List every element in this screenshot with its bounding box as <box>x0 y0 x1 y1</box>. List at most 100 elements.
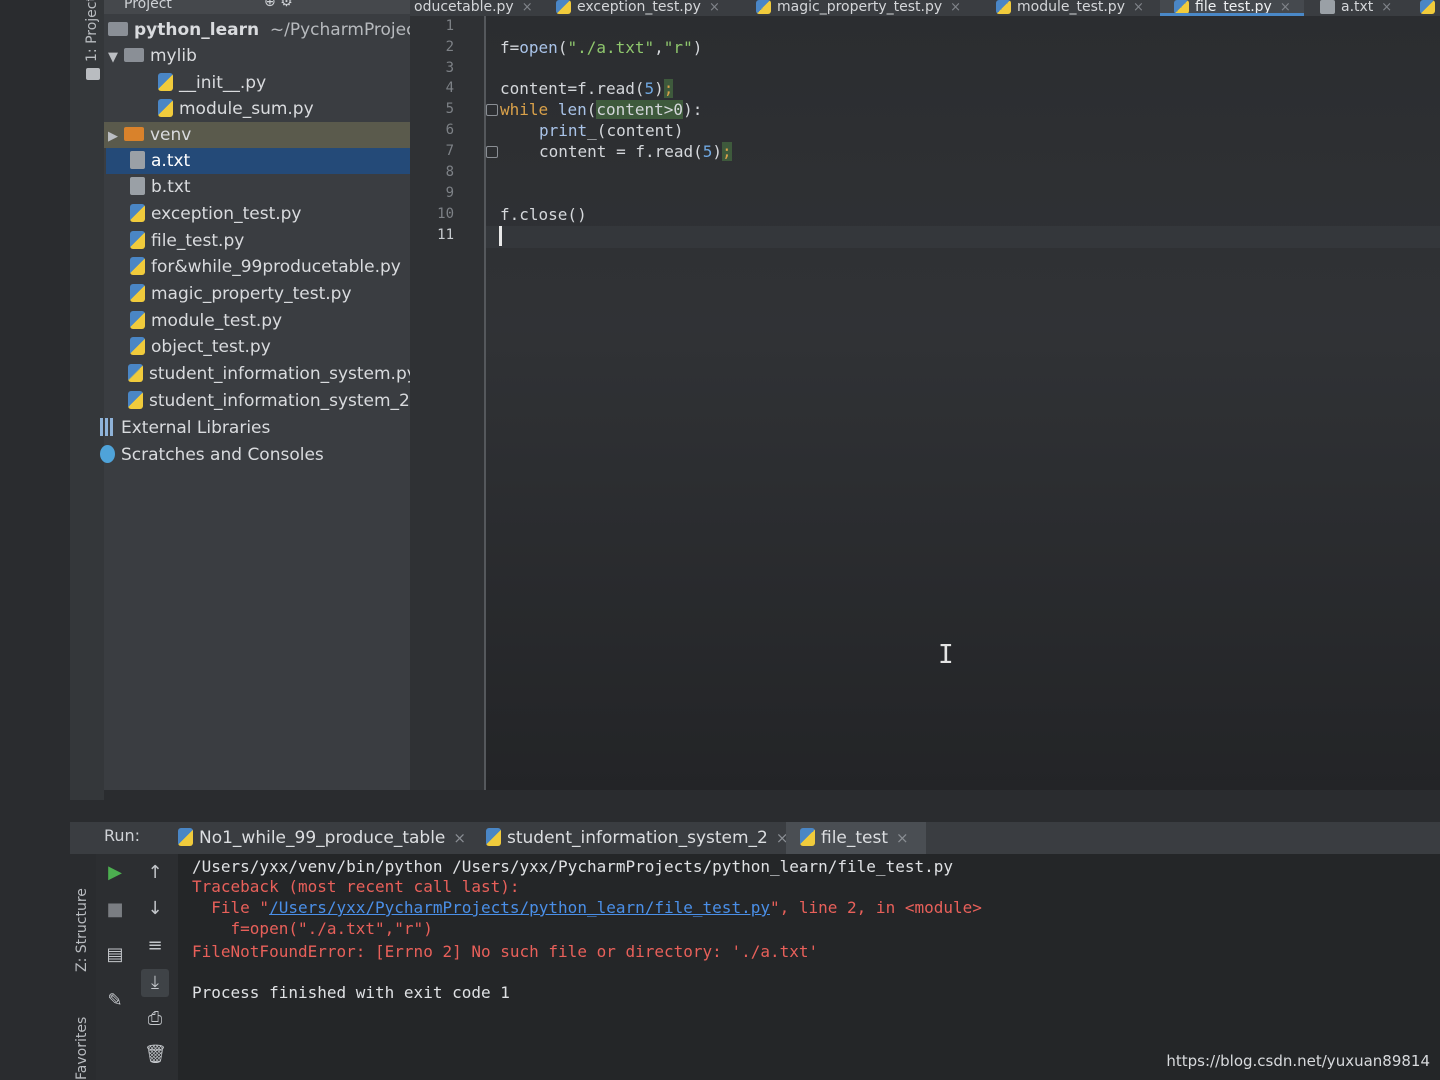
soft-wrap-icon[interactable]: ≡ <box>144 935 166 957</box>
tab-overflow[interactable] <box>1420 0 1440 16</box>
tree-item-b-txt[interactable]: b.txt <box>130 174 191 200</box>
tree-item-student-system-2[interactable]: student_information_system_2.py <box>128 388 410 414</box>
tab-file-test[interactable]: file_test.py × <box>1160 0 1304 16</box>
close-icon[interactable]: × <box>522 0 533 15</box>
current-line-highlight <box>486 226 1440 248</box>
mouse-ibeam-cursor: I <box>938 640 954 670</box>
python-file-icon <box>178 828 193 846</box>
console-code-line: f=open("./a.txt","r") <box>192 919 433 938</box>
gutter-separator <box>484 16 486 790</box>
console-file-line: File "/Users/yxx/PycharmProjects/python_… <box>192 898 982 917</box>
python-file-icon <box>130 257 145 275</box>
python-file-icon <box>756 0 771 14</box>
tree-item-object-test[interactable]: object_test.py <box>130 334 271 360</box>
python-file-icon <box>1174 0 1189 13</box>
python-file-icon <box>130 284 145 302</box>
close-icon[interactable]: × <box>1280 0 1291 14</box>
line-number: 2 <box>445 39 454 55</box>
layout-icon[interactable]: ▤ <box>104 944 126 966</box>
tree-item-mylib[interactable]: ▼ mylib <box>108 43 197 69</box>
console-traceback: Traceback (most recent call last): <box>192 877 520 896</box>
line-number: 8 <box>445 164 454 180</box>
text-file-icon <box>130 151 145 169</box>
tab-exception-test[interactable]: exception_test.py × <box>556 0 736 16</box>
project-header-title: Project <box>124 0 172 12</box>
code-line-10: f.close() <box>500 205 587 224</box>
chevron-right-icon[interactable]: ▶ <box>108 124 124 150</box>
settings-icon[interactable]: ⊕ ⚙ <box>264 0 293 10</box>
close-icon[interactable]: × <box>950 0 961 15</box>
rerun-play-icon[interactable]: ▶ <box>104 862 126 884</box>
python-file-icon <box>130 311 145 329</box>
favorites-tool-button[interactable]: Favorites <box>74 1017 90 1080</box>
tab-magic-property[interactable]: magic_property_test.py × <box>756 0 976 16</box>
close-icon[interactable]: × <box>1381 0 1392 15</box>
line-number-current: 11 <box>437 227 454 243</box>
tree-item-exception-test[interactable]: exception_test.py <box>130 201 302 227</box>
python-file-icon <box>800 828 815 846</box>
code-line-7: content = f.read(5); <box>539 142 732 161</box>
scroll-to-end-icon[interactable]: ⤓ <box>141 969 169 997</box>
python-file-icon <box>130 231 145 249</box>
run-tab-file-test[interactable]: file_test × <box>786 822 926 854</box>
close-icon[interactable]: × <box>896 829 909 847</box>
tree-item-a-txt[interactable]: a.txt <box>106 148 410 174</box>
console-command: /Users/yxx/venv/bin/python /Users/yxx/Py… <box>192 857 953 876</box>
library-icon <box>100 418 115 436</box>
text-file-icon <box>1320 0 1335 14</box>
down-arrow-icon[interactable]: ↓ <box>144 898 166 920</box>
tree-item-external-libraries[interactable]: External Libraries <box>100 415 270 441</box>
console-file-link[interactable]: /Users/yxx/PycharmProjects/python_learn/… <box>269 898 770 917</box>
pin-icon[interactable]: ✎ <box>104 990 126 1012</box>
tree-item-venv[interactable]: ▶ venv <box>104 122 414 148</box>
tree-item-init[interactable]: __init__.py <box>158 70 266 96</box>
python-file-icon <box>128 391 143 409</box>
tree-item-module-test[interactable]: module_test.py <box>130 308 282 334</box>
code-line-6: print_(content) <box>539 121 684 140</box>
tab-a-txt[interactable]: a.txt × <box>1320 0 1404 16</box>
line-number: 6 <box>445 122 454 138</box>
tree-item-magic-property[interactable]: magic_property_test.py <box>130 281 352 307</box>
tree-root[interactable]: python_learn ~/PycharmProjects <box>108 17 431 43</box>
structure-tool-button[interactable]: Z: Structure <box>74 888 90 972</box>
trash-icon[interactable]: 🗑 <box>144 1044 167 1066</box>
line-number: 7 <box>445 143 454 159</box>
chevron-down-icon[interactable]: ▼ <box>108 45 124 71</box>
line-number: 4 <box>445 80 454 96</box>
tree-item-module-sum[interactable]: module_sum.py <box>158 96 314 122</box>
tree-root-name: python_learn <box>134 20 260 40</box>
tab-producetable[interactable]: oducetable.py × <box>414 0 544 16</box>
python-file-icon <box>158 73 173 91</box>
project-tool-button[interactable]: 1: Project <box>84 0 100 62</box>
code-line-5: while len(content>0): <box>500 100 703 119</box>
folder-icon <box>108 22 128 36</box>
console-exit-status: Process finished with exit code 1 <box>192 983 510 1002</box>
folder-icon <box>124 48 144 62</box>
tree-item-student-system[interactable]: student_information_system.py <box>128 361 410 387</box>
close-icon[interactable]: × <box>709 0 720 15</box>
line-number: 3 <box>445 60 454 76</box>
tree-root-path: ~/PycharmProjects <box>269 20 431 40</box>
print-icon[interactable]: ⎙ <box>144 1008 166 1030</box>
text-file-icon <box>130 177 145 195</box>
watermark: https://blog.csdn.net/yuxuan89814 <box>1166 1052 1430 1070</box>
line-number: 1 <box>445 18 454 34</box>
stop-icon[interactable]: ■ <box>104 899 126 921</box>
tool-window-bar <box>70 0 104 800</box>
tab-module-test[interactable]: module_test.py × <box>996 0 1156 16</box>
tree-item-scratches[interactable]: Scratches and Consoles <box>100 442 324 468</box>
fold-marker-icon[interactable] <box>486 146 498 158</box>
python-file-icon <box>486 828 501 846</box>
close-icon[interactable]: × <box>1133 0 1144 15</box>
run-tab-no1-while[interactable]: No1_while_99_produce_table × <box>170 822 474 854</box>
tree-item-file-test[interactable]: file_test.py <box>130 228 244 254</box>
up-arrow-icon[interactable]: ↑ <box>144 862 166 884</box>
panel-divider <box>104 790 1440 822</box>
tree-item-forwhile[interactable]: for&while_99producetable.py <box>130 254 410 280</box>
fold-marker-icon[interactable] <box>486 104 498 116</box>
close-icon[interactable]: × <box>453 829 466 847</box>
python-file-icon <box>996 0 1011 14</box>
code-line-2: f=open("./a.txt","r") <box>500 38 703 57</box>
run-tab-student-system-2[interactable]: student_information_system_2 × <box>476 822 798 854</box>
text-caret <box>499 226 502 246</box>
